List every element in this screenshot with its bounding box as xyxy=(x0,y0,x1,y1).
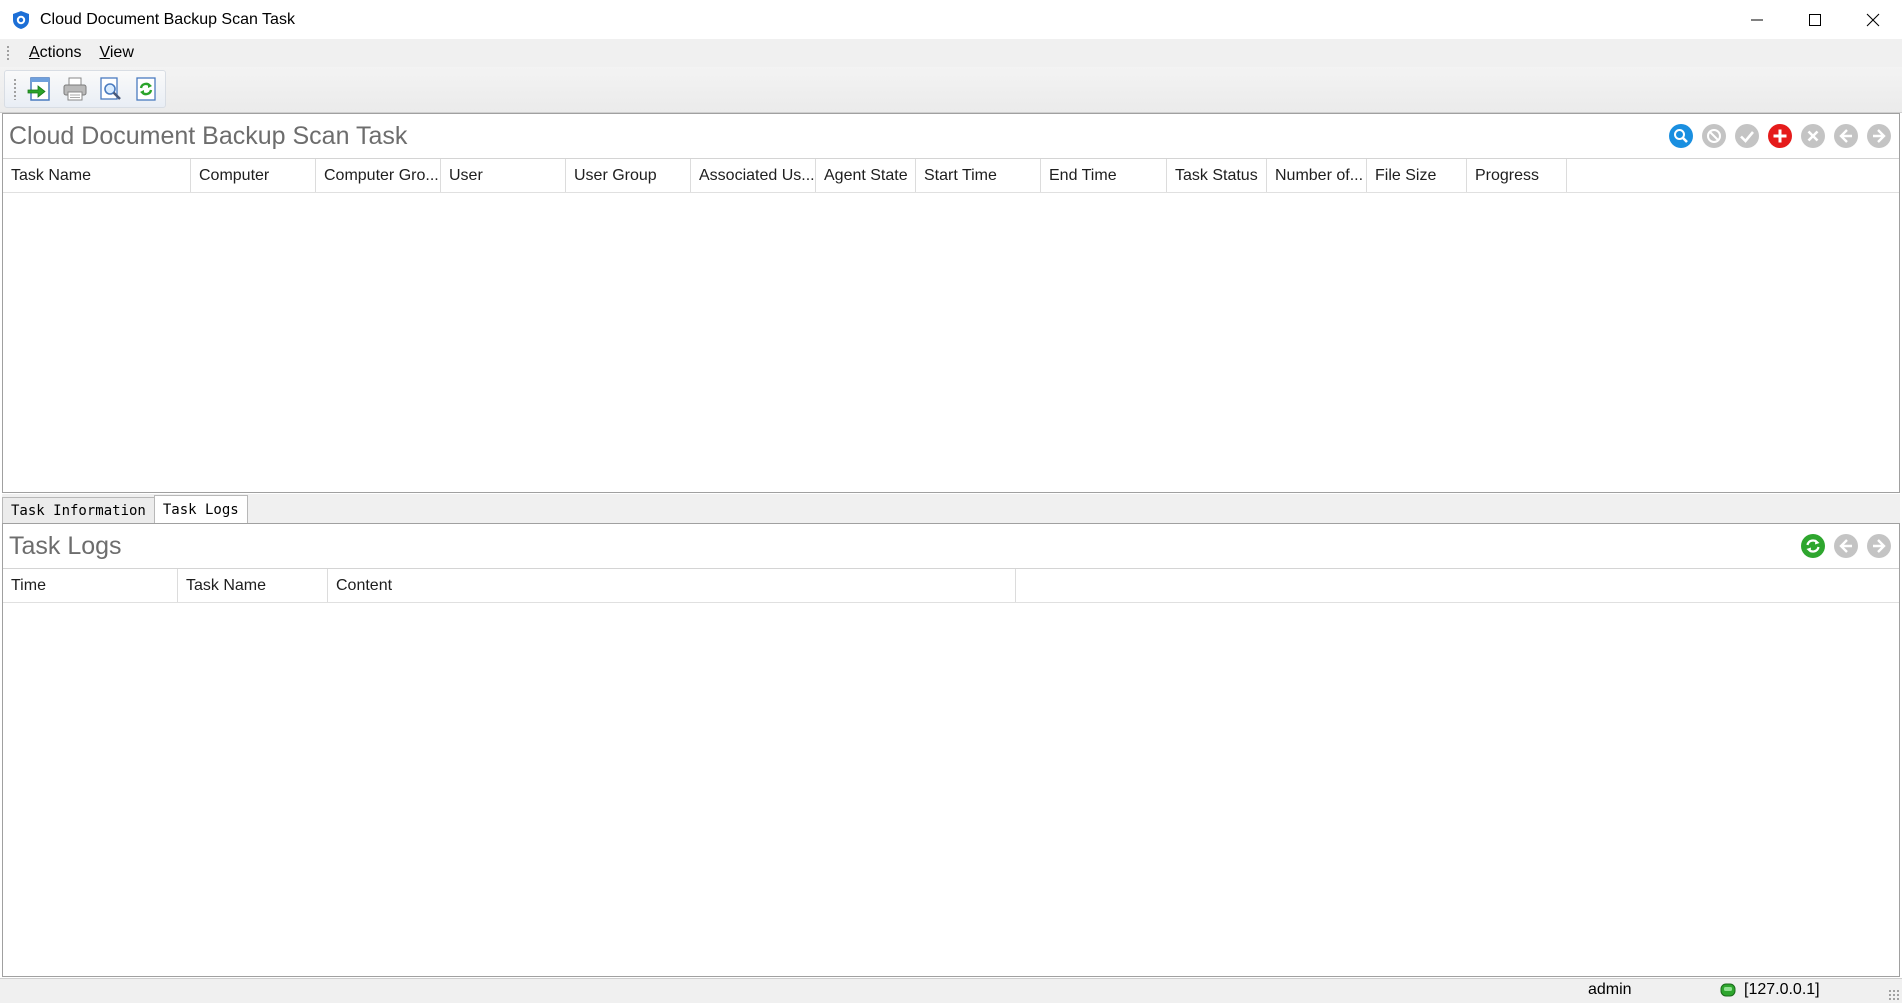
logs-next-button[interactable] xyxy=(1865,532,1893,560)
column-header[interactable]: End Time xyxy=(1041,159,1167,192)
print-button[interactable] xyxy=(58,72,91,106)
logs-panel-actions xyxy=(1794,532,1893,560)
connection-status-icon xyxy=(1720,983,1736,997)
menu-actions-mnemonic: A xyxy=(29,44,40,61)
task-panel-header: Cloud Document Backup Scan Task xyxy=(3,114,1899,159)
maximize-button[interactable] xyxy=(1786,0,1844,39)
menu-bar: Actions View xyxy=(0,39,1902,67)
search-icon xyxy=(1669,124,1693,148)
search-button[interactable] xyxy=(1667,122,1695,150)
maximize-icon xyxy=(1809,13,1821,26)
tab-task-information[interactable]: Task Information xyxy=(2,497,155,523)
next-button[interactable] xyxy=(1865,122,1893,150)
task-grid-body[interactable] xyxy=(3,193,1899,493)
task-panel-actions xyxy=(1662,122,1893,150)
toolstrip xyxy=(4,70,166,108)
column-header[interactable]: Associated Us... xyxy=(691,159,816,192)
close-icon xyxy=(1866,13,1880,26)
column-header[interactable]: Content xyxy=(328,569,1016,602)
column-header[interactable]: Progress xyxy=(1467,159,1567,192)
export-button[interactable] xyxy=(23,72,56,106)
tab-task-logs[interactable]: Task Logs xyxy=(153,495,248,523)
export-icon xyxy=(27,77,50,101)
check-icon xyxy=(1735,124,1759,148)
column-header[interactable]: Number of... xyxy=(1267,159,1367,192)
task-panel: Cloud Document Backup Scan Task Task Nam… xyxy=(2,113,1900,493)
column-header[interactable]: User Group xyxy=(566,159,691,192)
column-header[interactable]: Task Status xyxy=(1167,159,1267,192)
column-header[interactable]: User xyxy=(441,159,566,192)
delete-button[interactable] xyxy=(1799,122,1827,150)
connection-address: [127.0.0.1] xyxy=(1744,981,1820,998)
column-header[interactable]: Start Time xyxy=(916,159,1041,192)
menu-grip xyxy=(6,45,10,61)
logs-panel-header: Task Logs xyxy=(3,524,1899,569)
check-button[interactable] xyxy=(1733,122,1761,150)
next-icon xyxy=(1867,124,1891,148)
menu-view[interactable]: View xyxy=(90,44,142,62)
print-icon xyxy=(63,77,87,101)
previous-button[interactable] xyxy=(1832,122,1860,150)
menu-view-label: iew xyxy=(109,44,134,61)
window-title: Cloud Document Backup Scan Task xyxy=(40,10,295,28)
refresh-icon xyxy=(136,77,156,101)
app-shield-icon xyxy=(13,10,29,29)
logs-previous-button[interactable] xyxy=(1832,532,1860,560)
logs-panel: Task Logs Time Task Name Content xyxy=(2,523,1900,977)
previous-icon xyxy=(1834,124,1858,148)
menu-view-mnemonic: V xyxy=(99,44,110,61)
logs-grid-body[interactable] xyxy=(3,603,1899,973)
status-user: admin xyxy=(1588,981,1632,998)
stop-icon xyxy=(1702,124,1726,148)
minimize-button[interactable] xyxy=(1728,0,1786,39)
next-icon xyxy=(1867,534,1891,558)
task-grid-header: Task Name Computer Computer Gro... User … xyxy=(3,159,1899,193)
toolbar xyxy=(0,67,1902,113)
delete-icon xyxy=(1801,124,1825,148)
print-preview-button[interactable] xyxy=(94,72,127,106)
status-bar: admin [127.0.0.1] xyxy=(0,978,1902,1003)
minimize-icon xyxy=(1751,19,1763,20)
menu-actions-label: ctions xyxy=(39,44,82,61)
refresh-icon xyxy=(1801,534,1825,558)
refresh-button[interactable] xyxy=(129,72,162,106)
status-connection: [127.0.0.1] xyxy=(1720,981,1820,999)
column-header[interactable]: Task Name xyxy=(3,159,191,192)
task-panel-title: Cloud Document Backup Scan Task xyxy=(9,121,408,150)
column-header[interactable]: Computer Gro... xyxy=(316,159,441,192)
resize-grip-icon[interactable] xyxy=(1888,989,1900,1001)
column-header[interactable]: Agent State xyxy=(816,159,916,192)
column-header[interactable]: Computer xyxy=(191,159,316,192)
column-header[interactable]: Task Name xyxy=(178,569,328,602)
print-preview-icon xyxy=(100,77,122,100)
toolbar-grip xyxy=(13,78,17,100)
stop-button[interactable] xyxy=(1700,122,1728,150)
previous-icon xyxy=(1834,534,1858,558)
logs-grid-header: Time Task Name Content xyxy=(3,569,1899,603)
detail-tabs: Task Information Task Logs xyxy=(2,494,1900,523)
close-button[interactable] xyxy=(1844,0,1902,39)
column-header[interactable]: File Size xyxy=(1367,159,1467,192)
add-icon xyxy=(1768,124,1792,148)
title-bar: Cloud Document Backup Scan Task xyxy=(0,0,1902,40)
column-header[interactable]: Time xyxy=(3,569,178,602)
logs-panel-title: Task Logs xyxy=(9,531,122,560)
logs-refresh-button[interactable] xyxy=(1799,532,1827,560)
menu-actions[interactable]: Actions xyxy=(20,44,90,62)
add-button[interactable] xyxy=(1766,122,1794,150)
